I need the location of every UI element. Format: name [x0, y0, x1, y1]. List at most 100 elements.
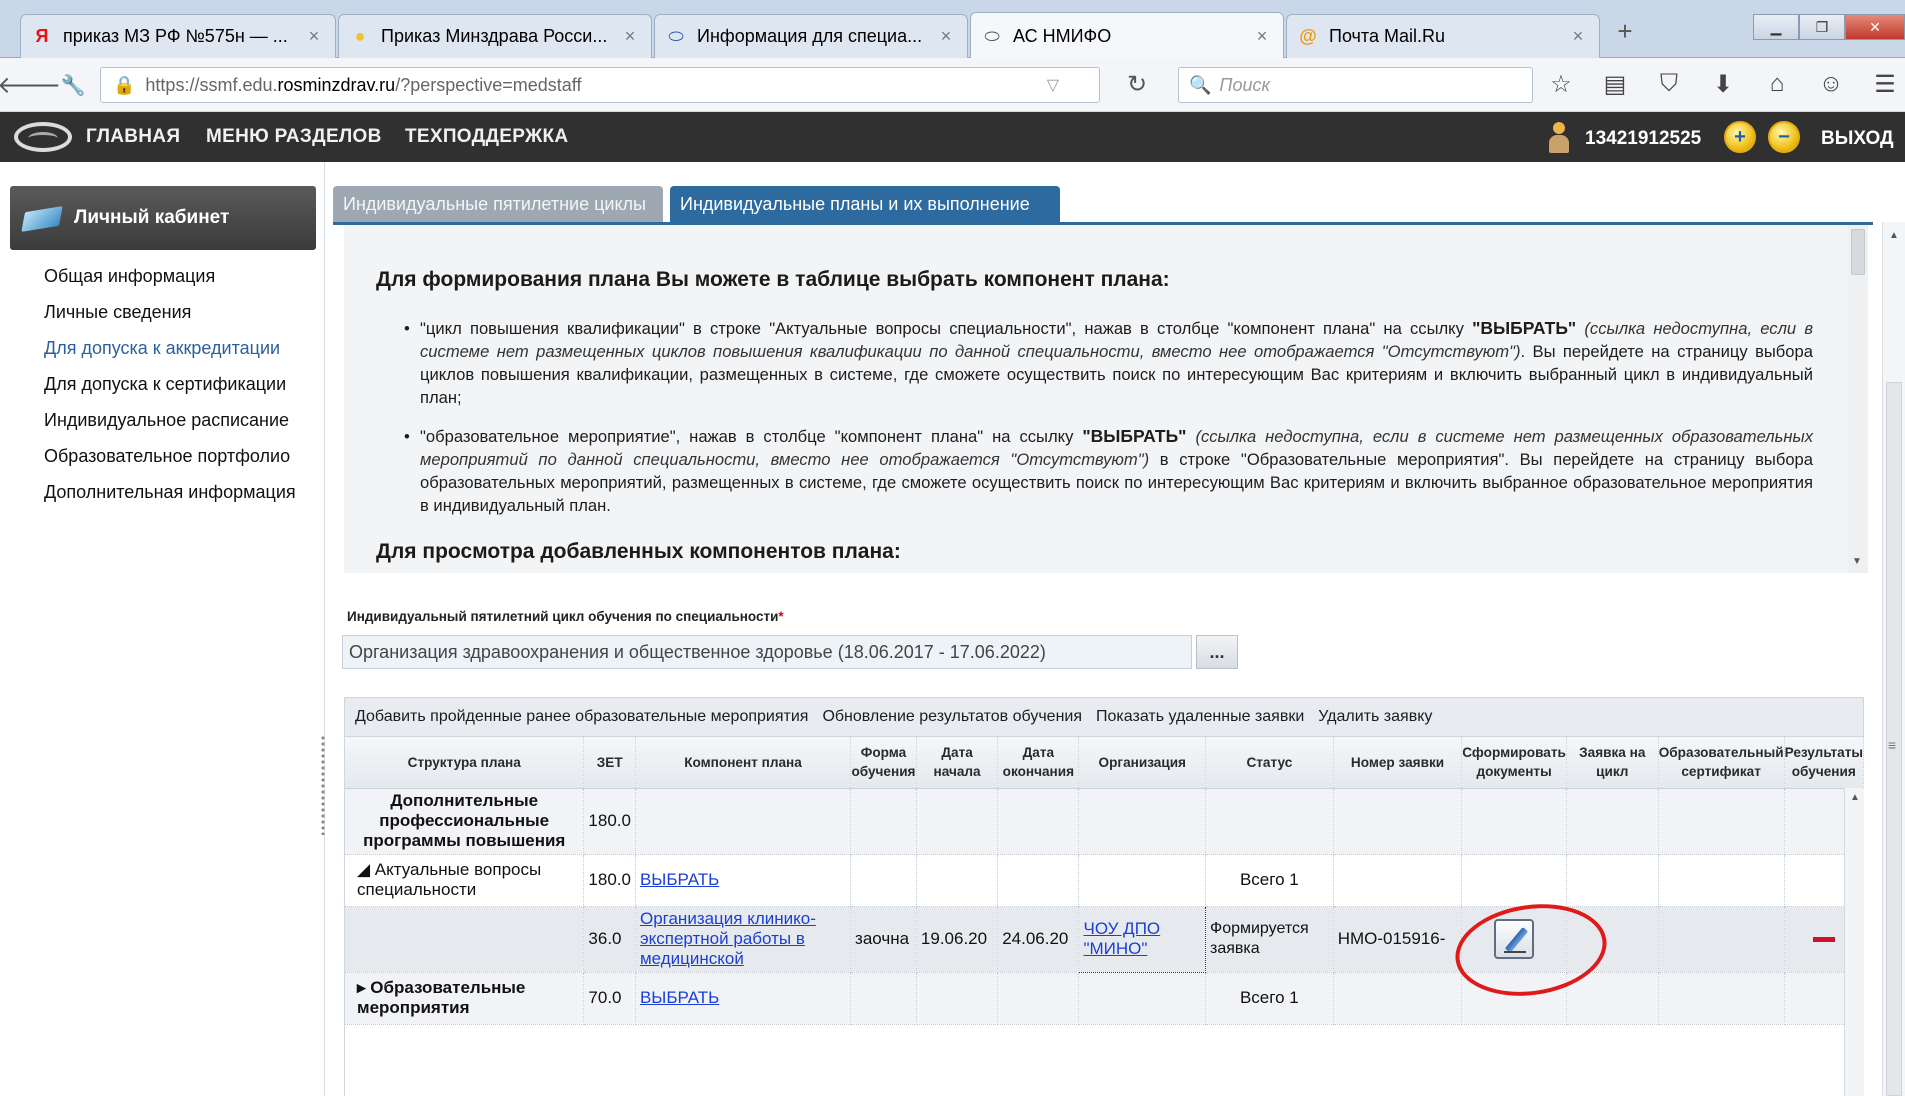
app-logo-icon[interactable]	[14, 122, 72, 152]
cell-status: Всего 1	[1205, 854, 1334, 907]
reload-icon[interactable]: ↻	[1127, 70, 1147, 99]
scroll-thumb[interactable]	[1851, 229, 1865, 275]
close-icon[interactable]: ×	[619, 26, 641, 47]
new-tab-button[interactable]: +	[1610, 16, 1640, 47]
cell-org	[1078, 972, 1207, 1025]
sidebar-item-accreditation[interactable]: Для допуска к аккредитации	[44, 338, 314, 359]
menu-sections[interactable]: МЕНЮ РАЗДЕЛОВ	[206, 126, 382, 148]
bookmark-star-icon[interactable]: ☆	[1545, 68, 1577, 100]
bullet-event: • "образовательное мероприятие", нажав в …	[404, 426, 1814, 515]
scroll-up-icon[interactable]: ▲	[1889, 230, 1899, 241]
grip-icon: ≡	[1888, 737, 1897, 753]
table-row[interactable]: ▸ Образовательные мероприятия 70.0 ВЫБРА…	[345, 972, 1864, 1025]
close-icon[interactable]: ×	[1567, 26, 1589, 47]
sidebar-item-additional[interactable]: Дополнительная информация	[44, 482, 314, 503]
col-generate-docs[interactable]: Сформировать документы	[1461, 737, 1567, 789]
close-icon[interactable]: ×	[935, 26, 957, 47]
cell-structure[interactable]: ▸ Образовательные мероприятия	[345, 972, 585, 1025]
col-form[interactable]: Форма обучения	[850, 737, 917, 789]
col-start-date[interactable]: Дата начала	[916, 737, 999, 789]
scroll-down-icon[interactable]: ▼	[1852, 556, 1862, 567]
delete-request-button[interactable]: Удалить заявку	[1318, 708, 1432, 726]
cell-structure[interactable]: ◢ Актуальные вопросы специальности	[345, 854, 585, 907]
cycle-field-label: Индивидуальный пятилетний цикл обучения …	[347, 609, 784, 624]
dropdown-icon[interactable]: ▽	[1047, 75, 1059, 95]
restore-icon[interactable]: ❐	[1799, 14, 1845, 40]
plan-grid: Структура плана ЗЕТ Компонент плана Форм…	[345, 737, 1864, 1025]
wrench-icon[interactable]: 🔧	[56, 68, 90, 102]
zoom-out-icon[interactable]: −	[1768, 121, 1800, 153]
menu-hamburger-icon[interactable]: ☰	[1869, 68, 1901, 100]
browser-tab-4-active[interactable]: ⬭ АС НМИФО ×	[970, 12, 1284, 59]
table-header-row: Структура плана ЗЕТ Компонент плана Форм…	[345, 737, 1864, 789]
address-bar[interactable]: 🔒 https://ssmf.edu. rosminzdrav.ru/?persp…	[100, 67, 1100, 103]
cell-start: 19.06.20	[916, 906, 999, 973]
col-certificate[interactable]: Образовательный сертификат	[1658, 737, 1785, 789]
col-request-number[interactable]: Номер заявки	[1333, 737, 1463, 789]
col-organization[interactable]: Организация	[1078, 737, 1207, 789]
window-close-icon[interactable]: ✕	[1845, 14, 1905, 40]
update-results-button[interactable]: Обновление результатов обучения	[822, 708, 1082, 726]
mail-icon: @	[1299, 26, 1317, 46]
close-icon[interactable]: ×	[1251, 26, 1273, 47]
chat-icon[interactable]: ☺	[1815, 68, 1847, 100]
cell-form	[850, 854, 917, 907]
menu-home[interactable]: ГЛАВНАЯ	[86, 126, 180, 148]
col-structure[interactable]: Структура плана	[345, 737, 585, 789]
select-event-link[interactable]: ВЫБРАТЬ	[640, 988, 719, 1007]
browser-tab-2[interactable]: ● Приказ Минздрава Росси... ×	[338, 14, 652, 58]
tab-individual-plans[interactable]: Индивидуальные планы и их выполнение	[670, 186, 1060, 222]
sidebar-item-schedule[interactable]: Индивидуальное расписание	[44, 410, 314, 431]
zoom-in-icon[interactable]: +	[1724, 121, 1756, 153]
instructions-scrollbar[interactable]: ▼	[1848, 225, 1868, 573]
sidebar-item-personal[interactable]: Личные сведения	[44, 302, 314, 323]
cell-start	[916, 788, 999, 855]
table-row-selected[interactable]: 36.0 Организация клинико-экспертной рабо…	[345, 905, 1864, 973]
bullet-text: "цикл повышения квалификации" в строке "…	[420, 319, 1473, 338]
browser-tab-5[interactable]: @ Почта Mail.Ru ×	[1286, 14, 1600, 58]
menu-support[interactable]: ТЕХПОДДЕРЖКА	[405, 126, 568, 148]
close-icon[interactable]: ×	[303, 26, 325, 47]
cycle-picker-button[interactable]: ...	[1196, 635, 1238, 669]
page-scrollbar[interactable]: ▲ ≡	[1882, 222, 1905, 1096]
heading-view-components: Для просмотра добавленных компонентов пл…	[376, 540, 901, 563]
cycle-title-link[interactable]: Организация клинико-экспертной работы в …	[640, 909, 816, 968]
site-logo-icon: ⬭	[668, 26, 684, 46]
col-component[interactable]: Компонент плана	[635, 737, 852, 789]
pocket-icon[interactable]: ⛉	[1653, 68, 1685, 100]
sidebar-item-portfolio[interactable]: Образовательное портфолио	[44, 446, 314, 467]
search-icon: 🔍	[1189, 74, 1212, 95]
select-cycle-link[interactable]: ВЫБРАТЬ	[640, 870, 719, 889]
col-zet[interactable]: ЗЕТ	[583, 737, 636, 789]
search-input[interactable]: 🔍 Поиск	[1178, 67, 1533, 103]
col-cycle-request[interactable]: Заявка на цикл	[1566, 737, 1659, 789]
add-past-events-button[interactable]: Добавить пройденные ранее образовательны…	[355, 708, 808, 726]
show-deleted-button[interactable]: Показать удаленные заявки	[1096, 708, 1304, 726]
browser-tab-1[interactable]: Я приказ МЗ РФ №575н — ... ×	[20, 14, 336, 58]
reading-list-icon[interactable]: ▤	[1599, 68, 1631, 100]
sidebar-item-certification[interactable]: Для допуска к сертификации	[44, 374, 314, 395]
home-icon[interactable]: ⌂	[1761, 68, 1793, 100]
logout-button[interactable]: ВЫХОД	[1821, 128, 1894, 150]
download-icon[interactable]: ⬇	[1707, 68, 1739, 100]
username[interactable]: 13421912525	[1585, 128, 1701, 150]
organization-link[interactable]: ЧОУ ДПО "МИНО"	[1083, 919, 1160, 958]
back-arrow-icon[interactable]: 🡐	[0, 68, 61, 102]
cell-status	[1205, 788, 1334, 855]
col-results[interactable]: Результаты обучения	[1784, 737, 1864, 789]
table-scrollbar[interactable]: ▲	[1844, 788, 1864, 1096]
table-row[interactable]: Дополнительные профессиональные программ…	[345, 788, 1864, 855]
remove-icon[interactable]	[1812, 936, 1835, 942]
cell-end	[997, 854, 1080, 907]
browser-tab-3[interactable]: ⬭ Информация для специа... ×	[654, 14, 968, 58]
splitter-handle[interactable]	[320, 735, 326, 835]
cell-component	[635, 788, 852, 855]
cycle-select-field[interactable]: Организация здравоохранения и общественн…	[342, 635, 1192, 669]
minimize-icon[interactable]: ▁	[1753, 14, 1799, 40]
table-row[interactable]: ◢ Актуальные вопросы специальности 180.0…	[345, 854, 1864, 907]
tab-five-year-cycles[interactable]: Индивидуальные пятилетние циклы	[333, 186, 663, 222]
col-end-date[interactable]: Дата окончания	[997, 737, 1080, 789]
scroll-up-icon[interactable]: ▲	[1850, 792, 1860, 803]
sidebar-item-general[interactable]: Общая информация	[44, 266, 314, 287]
col-status[interactable]: Статус	[1205, 737, 1334, 789]
